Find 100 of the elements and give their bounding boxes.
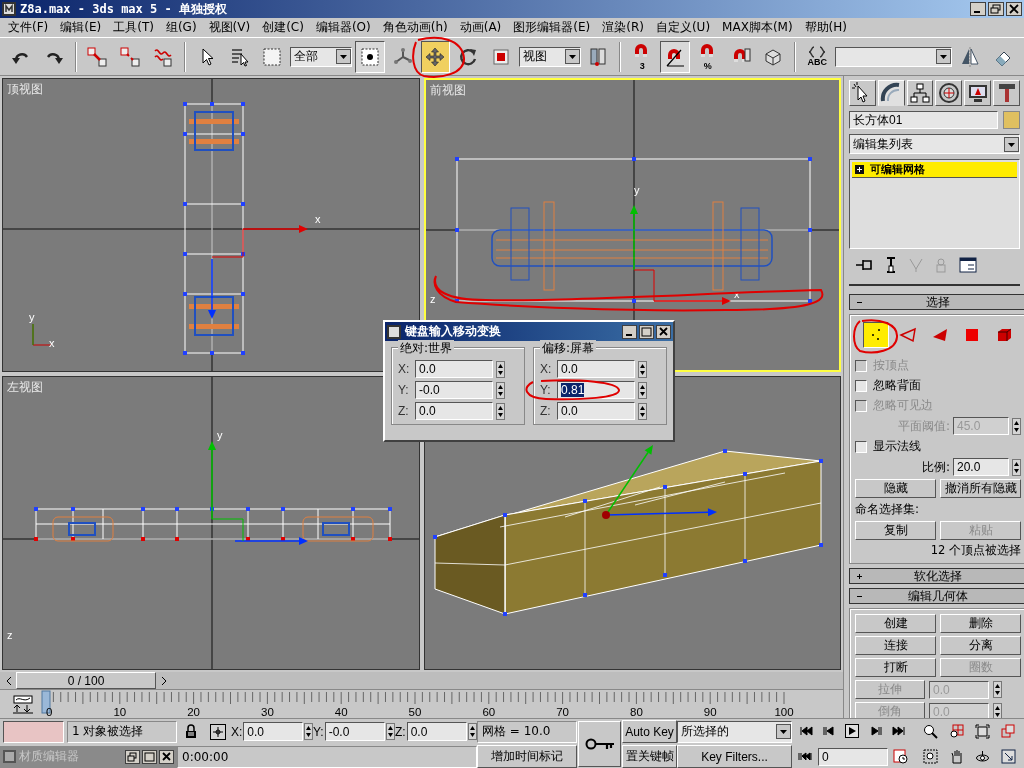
- rollout-header[interactable]: 软化选择: [849, 568, 1024, 584]
- menu-item[interactable]: MAX脚本(M): [716, 19, 799, 36]
- dropdown[interactable]: [835, 46, 953, 67]
- menu-item[interactable]: 编辑(E): [54, 19, 108, 36]
- caret-icon[interactable]: [564, 49, 580, 64]
- skip-end-icon[interactable]: [891, 724, 907, 739]
- caret-icon[interactable]: [776, 724, 791, 739]
- coordinate-field[interactable]: 0.0: [243, 722, 304, 741]
- viewport-label[interactable]: 前视图: [429, 82, 466, 99]
- modifier-stack-item[interactable]: 可编辑网格: [852, 162, 1017, 178]
- rollout-header[interactable]: 编辑几何体: [849, 588, 1024, 604]
- frame-field[interactable]: 0: [818, 747, 888, 766]
- orbit-icon[interactable]: [974, 749, 990, 764]
- menu-item[interactable]: 工具(T): [107, 19, 160, 36]
- spinner[interactable]: [993, 681, 1002, 698]
- maximize-viewport-icon[interactable]: [1000, 749, 1016, 764]
- object-color-swatch[interactable]: [1003, 111, 1020, 129]
- move-button[interactable]: [420, 40, 451, 73]
- percent-magnet-button[interactable]: %: [692, 40, 723, 73]
- play-icon[interactable]: [845, 724, 861, 739]
- object-name-field[interactable]: 长方体01: [849, 111, 998, 129]
- skip-start-icon[interactable]: [799, 724, 815, 739]
- close-icon[interactable]: [1006, 2, 1022, 16]
- panel-button[interactable]: 删除: [940, 614, 1021, 633]
- next-frame-icon[interactable]: [868, 724, 884, 739]
- checkbox[interactable]: [855, 440, 867, 453]
- braces-button[interactable]: ABC: [802, 40, 833, 73]
- number-field[interactable]: 0.0: [557, 360, 635, 378]
- panel-tab[interactable]: [993, 80, 1020, 106]
- dropdown[interactable]: 全部: [290, 46, 352, 67]
- window-crossing-button[interactable]: [354, 40, 385, 73]
- maximize-icon[interactable]: [639, 324, 654, 339]
- spinner[interactable]: [496, 381, 505, 399]
- menu-item[interactable]: 创建(C): [256, 19, 310, 36]
- panel-button[interactable]: 复制: [855, 521, 936, 540]
- menu-item[interactable]: 编辑器(O): [309, 19, 377, 36]
- time-tag-button[interactable]: 增加时间标记: [477, 745, 577, 768]
- lock-icon[interactable]: [185, 724, 197, 739]
- spinner[interactable]: [467, 723, 477, 740]
- curve-editor-toggle-icon[interactable]: [12, 694, 34, 714]
- panel-button[interactable]: 创建: [855, 614, 936, 633]
- maximize-icon[interactable]: [142, 749, 157, 764]
- menu-item[interactable]: 视图(V): [202, 19, 257, 36]
- spinner[interactable]: [304, 723, 313, 740]
- menu-item[interactable]: 动画(A): [453, 19, 508, 36]
- menu-item[interactable]: 渲染(R): [596, 19, 650, 36]
- auto-key-button[interactable]: Auto Key: [622, 720, 677, 743]
- absolute-mode-icon[interactable]: [210, 723, 226, 740]
- menu-item[interactable]: 图形编辑器(E): [507, 19, 597, 36]
- caret-icon[interactable]: [335, 49, 351, 64]
- color-swatch[interactable]: [3, 720, 64, 743]
- spinner[interactable]: [638, 360, 647, 378]
- dropdown[interactable]: 视图: [518, 46, 581, 67]
- menu-item[interactable]: 角色动画(h): [376, 19, 454, 36]
- close-icon[interactable]: [656, 324, 671, 339]
- panel-tab[interactable]: [849, 80, 876, 106]
- menu-item[interactable]: 文件(F): [2, 19, 55, 36]
- menu-item[interactable]: 自定义(U): [649, 19, 717, 36]
- restore-icon[interactable]: [988, 2, 1004, 16]
- spinner[interactable]: [1012, 417, 1021, 435]
- spinner[interactable]: [638, 402, 647, 420]
- angle-magnet-button[interactable]: [660, 40, 690, 73]
- set-key-mode-button[interactable]: 置关键帧: [622, 745, 677, 768]
- spinner[interactable]: [496, 360, 505, 378]
- panel-button[interactable]: 隐藏: [855, 479, 936, 498]
- hand-icon[interactable]: [948, 749, 964, 764]
- pin-icon[interactable]: [855, 257, 873, 273]
- panel-button[interactable]: 分离: [940, 636, 1021, 655]
- magnet-button[interactable]: 3: [627, 40, 658, 73]
- panel-button[interactable]: 撤消所有隐藏: [940, 479, 1021, 498]
- time-slider-thumb[interactable]: 0 / 100: [16, 672, 156, 689]
- close-icon[interactable]: [159, 749, 174, 764]
- number-field[interactable]: 0.0: [557, 402, 635, 420]
- ibeam-icon[interactable]: [885, 257, 897, 273]
- zoom-icon[interactable]: [922, 724, 938, 739]
- spinner[interactable]: [993, 703, 1002, 718]
- rollout-header[interactable]: 选择: [849, 294, 1024, 310]
- minimize-icon[interactable]: [622, 324, 637, 339]
- spinner[interactable]: [385, 723, 395, 740]
- panel-tab[interactable]: [877, 80, 905, 106]
- zoom-all-icon[interactable]: [948, 724, 964, 739]
- spinner[interactable]: [638, 381, 647, 399]
- panel-tab[interactable]: [906, 80, 934, 106]
- key-mode-dropdown[interactable]: 所选择的: [677, 720, 792, 743]
- checkbox[interactable]: [855, 379, 867, 392]
- caret-icon[interactable]: [936, 49, 952, 64]
- viewport-label[interactable]: 左视图: [7, 379, 43, 396]
- spinner[interactable]: [496, 402, 505, 420]
- minimize-icon[interactable]: [970, 2, 986, 16]
- restore-icon[interactable]: [125, 749, 140, 764]
- menu-item[interactable]: 组(G): [159, 19, 203, 36]
- spinner[interactable]: [1012, 458, 1021, 476]
- menu-item[interactable]: 帮助(H): [798, 19, 853, 36]
- configure-icon[interactable]: [959, 257, 977, 273]
- panel-button[interactable]: 连接: [855, 636, 936, 655]
- number-field[interactable]: 20.0: [953, 458, 1009, 476]
- panel-tab[interactable]: [964, 80, 992, 106]
- number-field[interactable]: 0.0: [415, 402, 493, 420]
- current-frame-marker[interactable]: [41, 690, 51, 714]
- time-config-icon[interactable]: [893, 749, 909, 764]
